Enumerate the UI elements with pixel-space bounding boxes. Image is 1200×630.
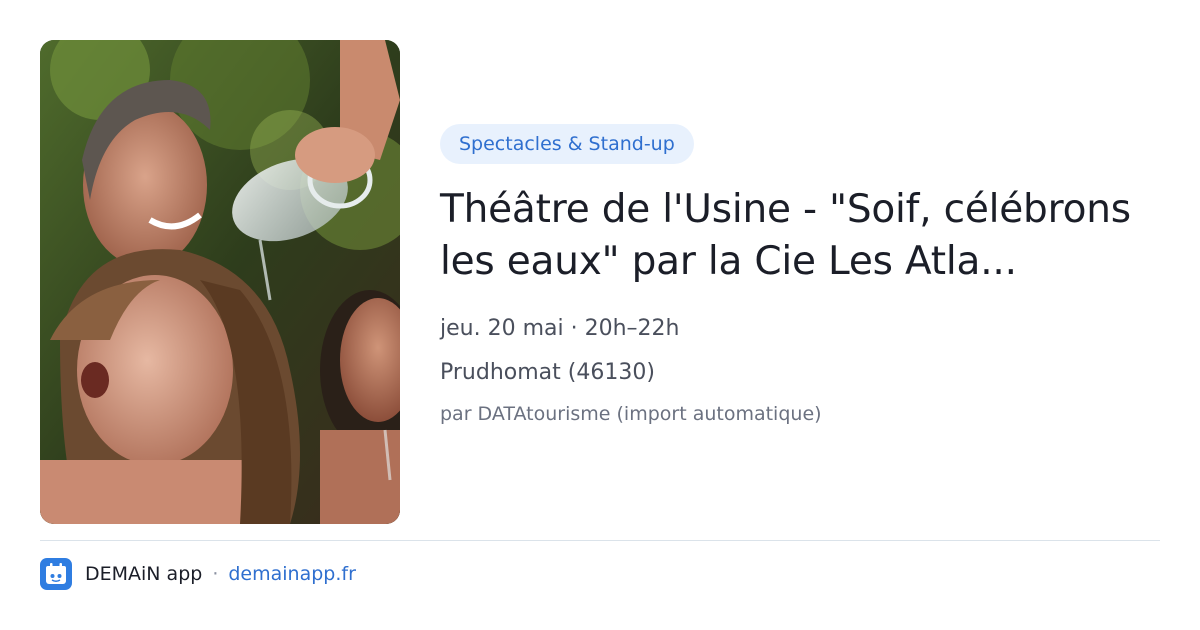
event-title[interactable]: Théâtre de l'Usine - "Soif, célébrons le… (440, 184, 1155, 288)
event-source: par DATAtourisme (import automatique) (440, 403, 822, 425)
footer: DEMAiN app · demainapp.fr (40, 558, 356, 590)
demain-app-logo-icon (40, 558, 72, 590)
footer-divider (40, 540, 1160, 541)
event-location: Prudhomat (46130) (440, 360, 655, 385)
category-badge[interactable]: Spectacles & Stand-up (440, 124, 694, 164)
event-preview-card[interactable]: Spectacles & Stand-up Théâtre de l'Usine… (0, 0, 1200, 630)
event-date: jeu. 20 mai · 20h–22h (440, 316, 680, 341)
event-photo (40, 40, 400, 524)
event-details: Spectacles & Stand-up Théâtre de l'Usine… (440, 124, 1160, 428)
app-url-link[interactable]: demainapp.fr (228, 563, 356, 585)
app-name: DEMAiN app (85, 563, 203, 585)
footer-separator: · (212, 563, 219, 585)
